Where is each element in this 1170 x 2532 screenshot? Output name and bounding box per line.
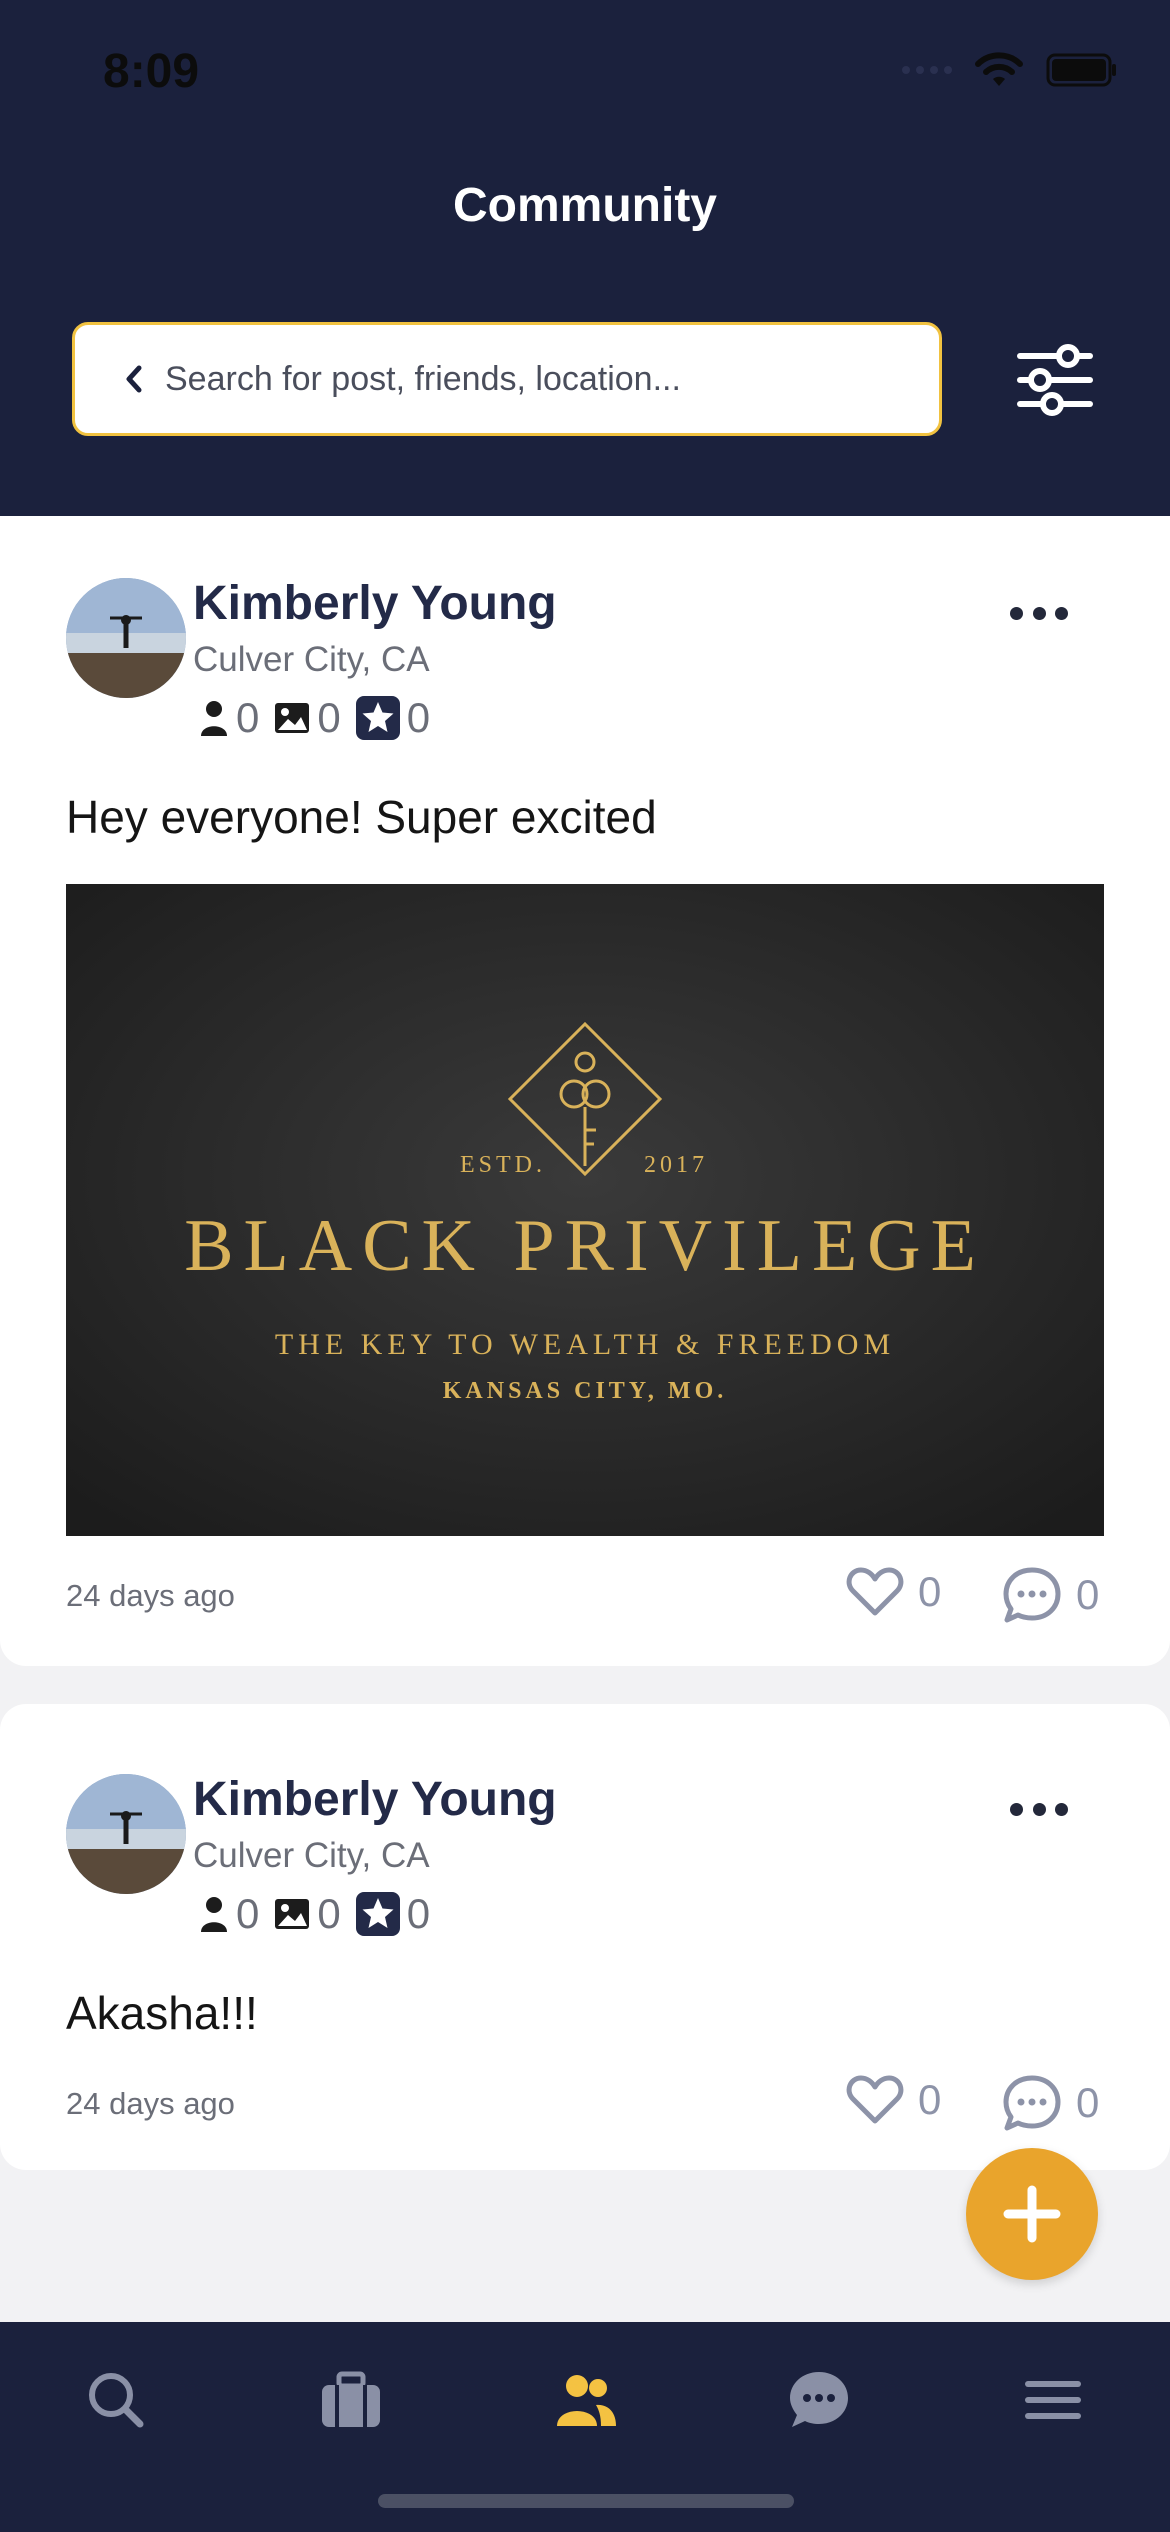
- comment-count: 0: [1076, 2079, 1100, 2126]
- stars-count: 0: [406, 1890, 431, 1937]
- heart-icon: [846, 2075, 904, 2124]
- post-card[interactable]: Kimberly Young Culver City, CA 0 0 0 Aka…: [0, 1704, 1170, 2170]
- search-icon: [89, 2373, 144, 2428]
- author-location: Culver City, CA: [193, 1836, 430, 1875]
- friends-count: 0: [236, 1890, 260, 1937]
- friends-count: 0: [236, 694, 260, 741]
- add-post-button[interactable]: [966, 2148, 1098, 2280]
- stars-stat: 0: [355, 694, 430, 742]
- comment-icon: [1003, 2075, 1061, 2131]
- menu-icon: [1025, 2381, 1081, 2419]
- author-name[interactable]: Kimberly Young: [193, 1772, 557, 1827]
- author-stats: 0 0 0: [198, 1890, 444, 1938]
- star-badge-icon: [355, 696, 400, 740]
- tab-community[interactable]: [545, 2360, 625, 2440]
- community-icon: [557, 2375, 616, 2426]
- photos-stat: 0: [273, 1890, 341, 1938]
- header: 8:09 Community: [0, 0, 1170, 516]
- avatar[interactable]: [66, 578, 186, 698]
- tab-chat[interactable]: [779, 2360, 859, 2440]
- wifi-icon: [975, 52, 1023, 86]
- filter-sliders-icon[interactable]: [1016, 344, 1094, 416]
- image-icon: [275, 703, 310, 733]
- search-input[interactable]: [163, 358, 867, 400]
- comment-button[interactable]: 0: [1002, 2074, 1099, 2132]
- status-icons: [902, 52, 1118, 88]
- like-button[interactable]: 0: [846, 1566, 941, 1618]
- logo-tagline: THE KEY TO WEALTH & FREEDOM: [275, 1328, 895, 1361]
- post-timestamp: 24 days ago: [66, 1578, 235, 1613]
- image-icon: [275, 1899, 310, 1929]
- tab-menu[interactable]: [1013, 2360, 1093, 2440]
- comment-button[interactable]: 0: [1002, 1566, 1099, 1624]
- avatar[interactable]: [66, 1774, 186, 1894]
- more-options-icon[interactable]: [1010, 607, 1068, 627]
- like-count: 0: [918, 1568, 942, 1615]
- home-indicator: [378, 2494, 794, 2508]
- signal-icon: [902, 66, 952, 74]
- logo-place: KANSAS CITY, MO.: [443, 1378, 728, 1404]
- briefcase-icon: [322, 2371, 380, 2427]
- stars-count: 0: [406, 694, 431, 741]
- author-location: Culver City, CA: [193, 640, 430, 679]
- more-options-icon[interactable]: [1010, 1803, 1068, 1823]
- heart-icon: [846, 1567, 904, 1616]
- post-text: Hey everyone! Super excited: [66, 791, 657, 843]
- post-timestamp: 24 days ago: [66, 2086, 235, 2121]
- post-text: Akasha!!!: [66, 1987, 258, 2039]
- page-title: Community: [453, 179, 717, 232]
- status-time: 8:09: [103, 45, 200, 98]
- plus-icon: [1003, 2185, 1061, 2243]
- photos-count: 0: [317, 694, 341, 741]
- post-card[interactable]: Kimberly Young Culver City, CA 0 0 0 Hey…: [0, 516, 1170, 1666]
- star-badge-icon: [355, 1892, 400, 1936]
- like-count: 0: [918, 2076, 942, 2123]
- photos-stat: 0: [273, 694, 341, 742]
- friends-stat: 0: [198, 1890, 259, 1938]
- logo-brand: BLACK PRIVILEGE: [184, 1205, 986, 1287]
- chat-icon: [790, 2372, 848, 2427]
- tab-jobs[interactable]: [311, 2360, 391, 2440]
- back-chevron-icon[interactable]: [123, 364, 145, 394]
- battery-icon: [1046, 53, 1116, 87]
- stars-stat: 0: [355, 1890, 430, 1938]
- person-icon: [201, 701, 227, 736]
- person-icon: [201, 1897, 227, 1932]
- photos-count: 0: [317, 1890, 341, 1937]
- friends-stat: 0: [198, 694, 259, 742]
- author-name[interactable]: Kimberly Young: [193, 576, 557, 631]
- comment-icon: [1003, 1567, 1061, 1623]
- logo-year: 2017: [644, 1152, 708, 1178]
- like-button[interactable]: 0: [846, 2074, 941, 2126]
- post-image[interactable]: ESTD. 2017 BLACK PRIVILEGE THE KEY TO WE…: [66, 884, 1104, 1536]
- logo-estd: ESTD.: [460, 1152, 546, 1178]
- search-box[interactable]: [72, 322, 942, 436]
- author-stats: 0 0 0: [198, 694, 444, 742]
- tab-search[interactable]: [76, 2360, 156, 2440]
- comment-count: 0: [1076, 1571, 1100, 1618]
